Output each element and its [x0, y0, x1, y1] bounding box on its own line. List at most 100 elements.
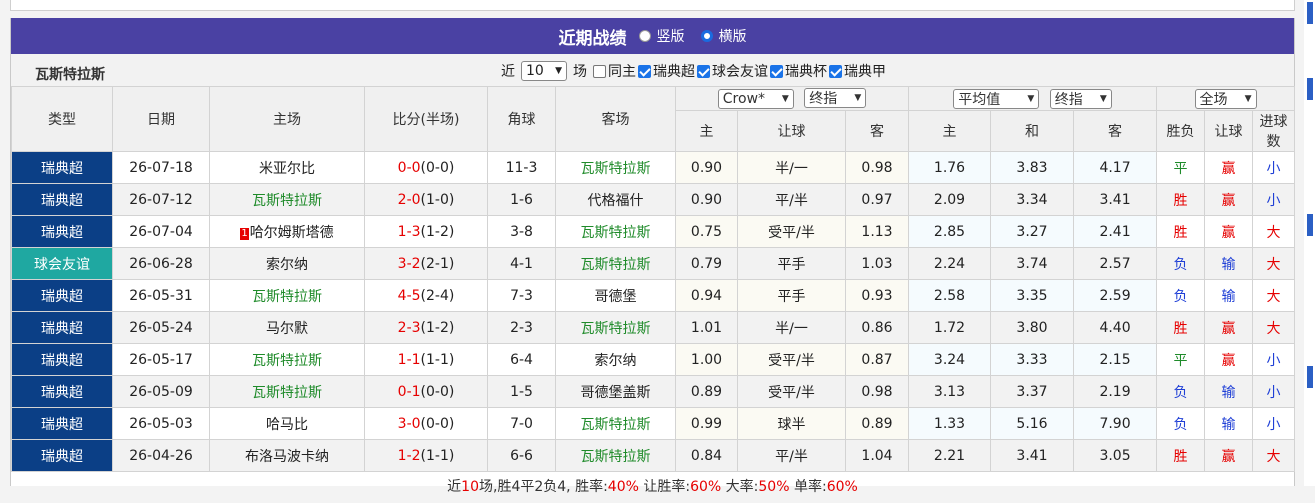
- score-cell[interactable]: 2-0(1-0): [364, 183, 488, 216]
- home-team-cell[interactable]: 索尔纳: [209, 247, 365, 280]
- half-time-score: (0-0): [420, 415, 455, 432]
- corner-cell: 3-8: [487, 215, 556, 248]
- away-team-cell[interactable]: 瓦斯特拉斯: [555, 439, 676, 472]
- league-cell[interactable]: 瑞典超: [11, 439, 113, 472]
- away-team-cell[interactable]: 瓦斯特拉斯: [555, 215, 676, 248]
- asian-away-odds: 0.98: [844, 375, 910, 408]
- handicap-result-cell: 输: [1204, 407, 1254, 440]
- home-team-name[interactable]: 索尔纳: [266, 257, 308, 273]
- date-cell: 26-05-09: [112, 375, 210, 408]
- home-team-name[interactable]: 瓦斯特拉斯: [252, 353, 322, 369]
- asian-odds-kind-select[interactable]: 终指 ▼: [804, 88, 867, 108]
- euro-draw-odds: 5.16: [990, 407, 1075, 440]
- away-team-cell[interactable]: 索尔纳: [555, 343, 676, 376]
- home-team-name[interactable]: 瓦斯特拉斯: [252, 289, 322, 305]
- home-team-cell[interactable]: 米亚尔比: [209, 151, 365, 184]
- scroll-marker: [1307, 214, 1313, 236]
- league-cell[interactable]: 瑞典超: [11, 215, 113, 248]
- handicap-result-cell: 输: [1204, 247, 1254, 280]
- league-cell[interactable]: 瑞典超: [11, 151, 113, 184]
- home-team-cell[interactable]: 马尔默: [209, 311, 365, 344]
- result-cell: 负: [1156, 279, 1206, 312]
- table-row: 瑞典超 26-04-26 布洛马波卡纳 1-2(1-1) 6-6 瓦斯特拉斯 0.84 平/半…: [11, 439, 1296, 472]
- asian-odds-header: Crow* ▼ 终指 ▼: [674, 86, 910, 111]
- away-team-cell[interactable]: 哥德堡: [555, 279, 676, 312]
- home-team-cell[interactable]: 1 哈尔姆斯塔德: [209, 215, 365, 248]
- asian-handicap: 半/一: [737, 151, 846, 184]
- league-cell[interactable]: 瑞典超: [11, 311, 113, 344]
- home-team-name[interactable]: 哈尔姆斯塔德: [250, 225, 334, 241]
- league-cell[interactable]: 瑞典超: [11, 279, 113, 312]
- result-cell: 胜: [1156, 183, 1206, 216]
- home-team-name[interactable]: 瓦斯特拉斯: [252, 193, 322, 209]
- home-team-cell[interactable]: 瓦斯特拉斯: [209, 279, 365, 312]
- panel-title-bar: 近期战绩 竖版 横版: [11, 18, 1294, 54]
- home-team-name[interactable]: 瓦斯特拉斯: [252, 385, 322, 401]
- league-checkbox-cup[interactable]: [770, 64, 783, 78]
- same-home-checkbox[interactable]: [593, 64, 606, 78]
- home-team-cell[interactable]: 哈马比: [209, 407, 365, 440]
- score-cell[interactable]: 4-5(2-4): [364, 279, 488, 312]
- league-checkbox-sc[interactable]: [638, 64, 651, 78]
- score-cell[interactable]: 0-0(0-0): [364, 151, 488, 184]
- vertical-view-radio[interactable]: [638, 30, 651, 42]
- goals-result-cell: 小: [1252, 375, 1296, 408]
- euro-draw-odds: 3.74: [990, 247, 1075, 280]
- match-count-select[interactable]: 10 ▼: [521, 61, 567, 81]
- date-cell: 26-05-03: [112, 407, 210, 440]
- score-cell[interactable]: 1-2(1-1): [364, 439, 488, 472]
- table-row: 瑞典超 26-05-09 瓦斯特拉斯 0-1(0-0) 1-5 哥德堡盖斯 0.89 受平/半…: [11, 375, 1296, 408]
- away-team-cell[interactable]: 瓦斯特拉斯: [555, 311, 676, 344]
- league-cell[interactable]: 瑞典超: [11, 343, 113, 376]
- score-cell[interactable]: 1-3(1-2): [364, 215, 488, 248]
- home-team-name[interactable]: 布洛马波卡纳: [245, 449, 329, 465]
- right-scrollbar[interactable]: [1304, 0, 1315, 486]
- company-select[interactable]: Crow* ▼: [717, 89, 794, 109]
- euro-odds-kind-select[interactable]: 终指 ▼: [1049, 88, 1112, 109]
- summary-line: 近10场,胜4平2负4, 胜率:40% 让胜率:60% 大率:50% 单率:60…: [11, 472, 1294, 503]
- away-team-cell[interactable]: 瓦斯特拉斯: [555, 247, 676, 280]
- average-select[interactable]: 平均值 ▼: [953, 88, 1040, 109]
- score-cell[interactable]: 1-1(1-1): [364, 343, 488, 376]
- score-cell[interactable]: 3-2(2-1): [364, 247, 488, 280]
- chevron-down-icon: ▼: [555, 66, 562, 76]
- away-team-cell[interactable]: 哥德堡盖斯: [555, 375, 676, 408]
- home-team-name[interactable]: 米亚尔比: [259, 161, 315, 177]
- handicap-result-cell: 输: [1204, 375, 1254, 408]
- home-team-name[interactable]: 哈马比: [266, 417, 308, 433]
- asian-away-odds: 1.03: [844, 247, 910, 280]
- away-team-cell[interactable]: 代格福什: [555, 183, 676, 216]
- score-cell[interactable]: 3-0(0-0): [364, 407, 488, 440]
- home-team-cell[interactable]: 瓦斯特拉斯: [209, 375, 365, 408]
- sub-header-handicap-result: 让球: [1204, 110, 1254, 152]
- league-cell[interactable]: 球会友谊: [11, 247, 113, 280]
- scope-select[interactable]: 全场 ▼: [1194, 88, 1257, 109]
- score-cell[interactable]: 2-3(1-2): [364, 311, 488, 344]
- league-cell[interactable]: 瑞典超: [11, 375, 113, 408]
- horizontal-view-radio[interactable]: [700, 30, 713, 42]
- asian-away-odds: 0.86: [844, 311, 910, 344]
- euro-home-odds: 1.72: [908, 311, 992, 344]
- home-team-cell[interactable]: 布洛马波卡纳: [209, 439, 365, 472]
- euro-home-odds: 1.76: [908, 151, 992, 184]
- away-team-cell[interactable]: 瓦斯特拉斯: [555, 151, 676, 184]
- scroll-marker: [1307, 366, 1313, 388]
- asian-home-odds: 0.90: [675, 183, 738, 216]
- goals-result-cell: 小: [1252, 183, 1296, 216]
- league-checkbox-div1[interactable]: [829, 64, 842, 78]
- col-header-date: 日期: [112, 86, 210, 152]
- home-team-cell[interactable]: 瓦斯特拉斯: [209, 183, 365, 216]
- league-checkbox-friendly[interactable]: [697, 64, 710, 78]
- vertical-view-label: 竖版: [656, 29, 685, 45]
- score-cell[interactable]: 0-1(0-0): [364, 375, 488, 408]
- asian-home-odds: 0.90: [675, 151, 738, 184]
- corner-cell: 7-3: [487, 279, 556, 312]
- home-team-cell[interactable]: 瓦斯特拉斯: [209, 343, 365, 376]
- away-team-cell[interactable]: 瓦斯特拉斯: [555, 407, 676, 440]
- league-cell[interactable]: 瑞典超: [11, 183, 113, 216]
- result-cell: 胜: [1156, 311, 1206, 344]
- home-team-name[interactable]: 马尔默: [266, 321, 308, 337]
- filter-row: 瓦斯特拉斯 近 10 ▼ 场 同主 瑞典超 球会友谊 瑞典杯 瑞典甲: [11, 54, 1294, 86]
- league-cell[interactable]: 瑞典超: [11, 407, 113, 440]
- asian-handicap: 平手: [737, 247, 846, 280]
